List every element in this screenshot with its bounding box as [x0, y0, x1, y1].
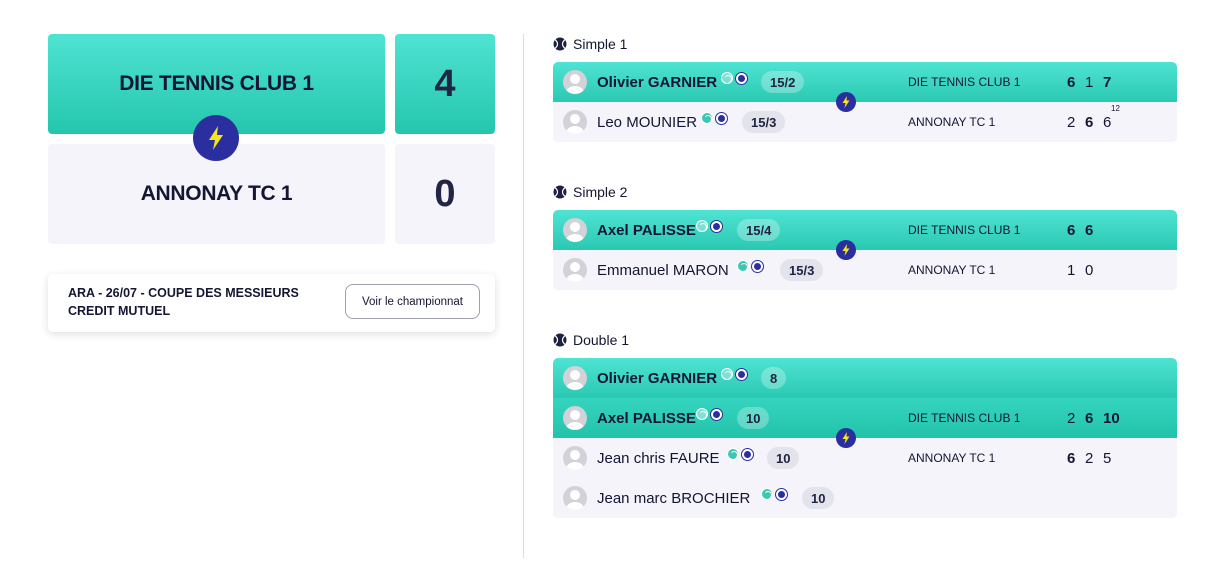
club-badge-icon — [716, 113, 727, 124]
ranking-badge: 10 — [802, 487, 835, 509]
club-name: ANNONAY TC 1 — [908, 451, 996, 465]
club-badge-icon — [776, 489, 787, 500]
tiebreak-score: 12 — [1111, 103, 1120, 113]
ranking-badge: 10 — [767, 447, 800, 469]
ranking-badge: 10 — [737, 407, 770, 429]
player-name[interactable]: Emmanuel MARON — [597, 262, 729, 279]
tennis-ball-icon — [553, 37, 567, 51]
view-championship-button[interactable]: Voir le championnat — [345, 284, 480, 319]
match-title: Simple 2 — [553, 182, 627, 202]
ranking-badge: 15/3 — [780, 259, 824, 281]
player-name[interactable]: Leo MOUNIER — [597, 114, 697, 131]
tennis-ball-icon — [761, 488, 773, 500]
player-name[interactable]: Olivier GARNIER — [597, 370, 717, 387]
avatar — [563, 406, 587, 430]
tennis-ball-icon — [553, 185, 567, 199]
tennis-ball-icon — [721, 368, 733, 380]
match-card: Axel PALISSE 15/4 DIE TENNIS CLUB 1 6 6 … — [553, 210, 1177, 290]
winner-row: Axel PALISSE 10 DIE TENNIS CLUB 1 2 6 10 — [553, 398, 1177, 448]
winner-row: Olivier GARNIER 8 — [553, 358, 1177, 398]
player-name[interactable]: Olivier GARNIER — [597, 74, 717, 91]
ranking-badge: 15/2 — [761, 71, 805, 93]
avatar — [563, 258, 587, 282]
set-scores: 6 6 — [1067, 221, 1094, 239]
loser-row: Jean marc BROCHIER 10 — [553, 478, 1177, 518]
match-card: Olivier GARNIER 15/2 DIE TENNIS CLUB 1 6… — [553, 62, 1177, 142]
loser-row: Leo MOUNIER 15/3 ANNONAY TC 1 2 6 6 12 — [553, 102, 1177, 142]
avatar — [563, 218, 587, 242]
ranking-badge: 8 — [761, 367, 787, 389]
tennis-ball-icon — [553, 333, 567, 347]
avatar — [563, 366, 587, 390]
club-badge-icon — [736, 369, 747, 380]
lightning-icon — [836, 428, 856, 448]
home-team-score: 4 — [395, 34, 495, 134]
club-badge-icon — [711, 409, 722, 420]
player-name[interactable]: Jean marc BROCHIER — [597, 490, 750, 507]
club-name: DIE TENNIS CLUB 1 — [908, 223, 1021, 237]
match-title: Simple 1 — [553, 34, 627, 54]
player-name[interactable]: Jean chris FAURE — [597, 450, 720, 467]
avatar — [563, 446, 587, 470]
lightning-icon — [836, 240, 856, 260]
player-name[interactable]: Axel PALISSE — [597, 222, 696, 239]
loser-row: Jean chris FAURE 10 ANNONAY TC 1 6 2 5 — [553, 438, 1177, 478]
ranking-badge: 15/4 — [737, 219, 781, 241]
set-scores: 1 0 — [1067, 261, 1094, 279]
set-scores: 2 6 6 12 — [1067, 103, 1120, 131]
club-badge-icon — [742, 449, 753, 460]
loser-row: Emmanuel MARON 15/3 ANNONAY TC 1 1 0 — [553, 250, 1177, 290]
club-badge-icon — [711, 221, 722, 232]
away-team-score: 0 — [395, 144, 495, 244]
championship-card: ARA - 26/07 - COUPE DES MESSIEURS CREDIT… — [48, 274, 495, 332]
ranking-badge: 15/3 — [742, 111, 786, 133]
club-badge-icon — [752, 261, 763, 272]
set-scores: 6 2 5 — [1067, 449, 1112, 467]
lightning-icon — [836, 92, 856, 112]
club-name: DIE TENNIS CLUB 1 — [908, 411, 1021, 425]
winner-row: Olivier GARNIER 15/2 DIE TENNIS CLUB 1 6… — [553, 62, 1177, 112]
tennis-ball-icon — [737, 260, 749, 272]
tennis-ball-icon — [727, 448, 739, 460]
set-scores: 6 1 7 — [1067, 73, 1112, 91]
club-name: ANNONAY TC 1 — [908, 115, 996, 129]
tennis-ball-icon — [696, 408, 708, 420]
tennis-ball-icon — [701, 112, 713, 124]
club-name: ANNONAY TC 1 — [908, 263, 996, 277]
tennis-ball-icon — [696, 220, 708, 232]
avatar — [563, 110, 587, 134]
lightning-icon — [193, 115, 239, 161]
avatar — [563, 70, 587, 94]
set-scores: 2 6 10 — [1067, 409, 1120, 427]
championship-label: ARA - 26/07 - COUPE DES MESSIEURS CREDIT… — [68, 286, 299, 318]
avatar — [563, 486, 587, 510]
winner-row: Axel PALISSE 15/4 DIE TENNIS CLUB 1 6 6 — [553, 210, 1177, 260]
player-name[interactable]: Axel PALISSE — [597, 410, 696, 427]
club-badge-icon — [736, 73, 747, 84]
match-title: Double 1 — [553, 330, 629, 350]
tennis-ball-icon — [721, 72, 733, 84]
match-card: Olivier GARNIER 8 Axel PALISSE 10 DIE TE… — [553, 358, 1177, 518]
divider — [523, 34, 524, 558]
club-name: DIE TENNIS CLUB 1 — [908, 75, 1021, 89]
